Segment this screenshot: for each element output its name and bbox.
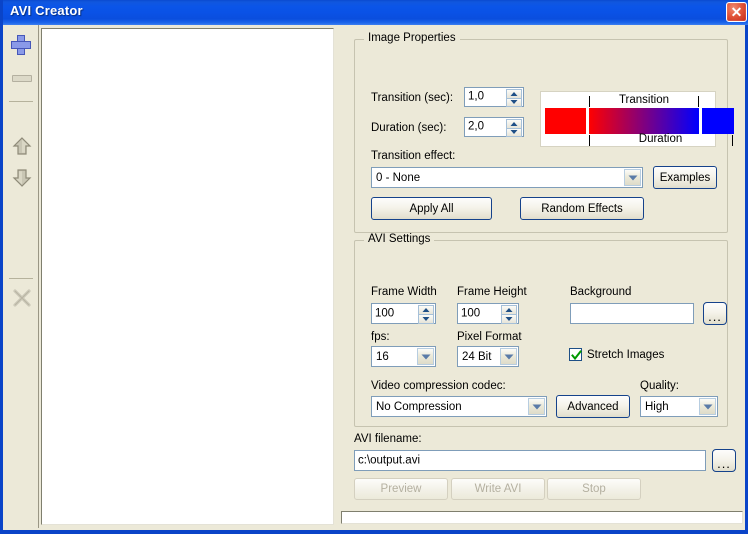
chevron-down-icon[interactable] [528, 398, 545, 415]
chevron-down-icon[interactable] [624, 169, 641, 186]
move-down-button[interactable] [9, 165, 35, 191]
minus-icon [12, 75, 32, 82]
codec-label: Video compression codec: [371, 380, 506, 392]
frame-width-value: 100 [375, 306, 395, 319]
avi-settings-group-title: AVI Settings [364, 233, 435, 245]
stop-button[interactable]: Stop [547, 478, 641, 500]
codec-select[interactable]: No Compression [371, 396, 547, 417]
preview-end-color-block [702, 108, 734, 134]
arrow-up-icon [11, 135, 33, 162]
avi-creator-window: AVI Creator ✕ Image Properties Transitio… [0, 0, 748, 534]
transition-stepper-down[interactable] [506, 97, 522, 107]
duration-seconds-stepper[interactable] [506, 119, 522, 137]
duration-stepper-up[interactable] [506, 119, 522, 128]
preview-duration-caption: Duration [638, 133, 683, 145]
background-label: Background [570, 286, 632, 298]
transition-stepper-up[interactable] [506, 89, 522, 98]
settings-pane: Image Properties Transition (sec): 1,0 D… [339, 25, 745, 528]
close-icon: ✕ [730, 4, 743, 20]
stretch-images-checkbox[interactable]: Stretch Images [569, 348, 664, 361]
stretch-images-label: Stretch Images [587, 348, 665, 361]
title-bar[interactable]: AVI Creator ✕ [3, 0, 748, 25]
pixel-format-select[interactable]: 24 Bit [457, 346, 519, 367]
codec-value: No Compression [376, 400, 462, 413]
plus-icon [9, 33, 35, 59]
apply-all-button[interactable]: Apply All [371, 197, 492, 220]
quality-label: Quality: [640, 380, 679, 392]
avi-filename-value: c:\output.avi [358, 453, 421, 466]
transition-seconds-value: 1,0 [468, 90, 484, 103]
remove-image-button[interactable] [9, 65, 35, 91]
pixel-format-label: Pixel Format [457, 331, 522, 343]
frame-width-input[interactable]: 100 [371, 303, 436, 324]
window-title: AVI Creator [10, 3, 83, 18]
frame-width-stepper-down[interactable] [418, 314, 434, 324]
image-list-panel[interactable] [41, 28, 334, 525]
image-list-toolbar [3, 25, 39, 528]
avi-filename-input[interactable]: c:\output.avi [354, 450, 706, 471]
frame-height-label: Frame Height [457, 286, 527, 298]
checkbox-box [569, 348, 582, 361]
frame-width-stepper[interactable] [418, 305, 434, 324]
arrow-down-icon [11, 167, 33, 194]
transition-effect-value: 0 - None [376, 171, 421, 184]
background-browse-button[interactable]: ... [703, 302, 727, 325]
frame-height-stepper-down[interactable] [501, 314, 517, 324]
frame-height-value: 100 [461, 306, 481, 319]
close-x-icon [11, 287, 33, 314]
duration-seconds-value: 2,0 [468, 120, 484, 133]
add-images-button[interactable] [9, 33, 35, 59]
window-client-area: Image Properties Transition (sec): 1,0 D… [3, 25, 745, 528]
transition-seconds-stepper[interactable] [506, 89, 522, 107]
toolbar-separator-2 [9, 278, 33, 279]
fps-value: 16 [376, 350, 389, 363]
preview-button[interactable]: Preview [354, 478, 448, 500]
transition-seconds-label: Transition (sec): [371, 92, 454, 104]
random-effects-button[interactable]: Random Effects [520, 197, 644, 220]
duration-seconds-label: Duration (sec): [371, 122, 447, 134]
avi-settings-group: AVI Settings Frame Width 100 Frame Heigh… [354, 233, 728, 427]
move-up-button[interactable] [9, 133, 35, 159]
transition-effect-label: Transition effect: [371, 150, 456, 162]
write-avi-button[interactable]: Write AVI [451, 478, 545, 500]
avi-filename-browse-button[interactable]: ... [712, 449, 736, 472]
clear-list-button[interactable] [9, 285, 35, 311]
avi-filename-label: AVI filename: [354, 433, 422, 445]
pixel-format-value: 24 Bit [462, 350, 492, 363]
advanced-codec-button[interactable]: Advanced [556, 395, 630, 418]
check-icon [571, 350, 582, 361]
transition-preview: Transition Duration [540, 91, 734, 147]
fps-select[interactable]: 16 [371, 346, 436, 367]
ellipsis-icon: ... [708, 309, 722, 324]
preview-start-color-block [545, 108, 586, 134]
chevron-down-icon[interactable] [500, 348, 517, 365]
ellipsis-icon: ... [717, 456, 731, 471]
frame-width-label: Frame Width [371, 286, 437, 298]
preview-tick-duration-end [732, 135, 733, 146]
quality-select[interactable]: High [640, 396, 718, 417]
frame-height-stepper-up[interactable] [501, 305, 517, 314]
image-properties-group: Image Properties Transition (sec): 1,0 D… [354, 32, 734, 233]
toolbar-separator-1 [9, 101, 33, 102]
preview-gradient-block [589, 108, 699, 134]
duration-stepper-down[interactable] [506, 127, 522, 137]
image-properties-group-title: Image Properties [364, 32, 460, 44]
close-window-button[interactable]: ✕ [726, 2, 747, 22]
quality-value: High [645, 400, 669, 413]
transition-seconds-input[interactable]: 1,0 [464, 87, 524, 107]
chevron-down-icon[interactable] [699, 398, 716, 415]
progress-bar [341, 511, 743, 524]
transition-effect-select[interactable]: 0 - None [371, 167, 643, 188]
frame-height-stepper[interactable] [501, 305, 517, 324]
fps-label: fps: [371, 331, 390, 343]
frame-width-stepper-up[interactable] [418, 305, 434, 314]
preview-transition-caption: Transition [618, 94, 670, 106]
examples-button[interactable]: Examples [653, 166, 717, 189]
frame-height-input[interactable]: 100 [457, 303, 519, 324]
chevron-down-icon[interactable] [417, 348, 434, 365]
background-input[interactable] [570, 303, 694, 324]
duration-seconds-input[interactable]: 2,0 [464, 117, 524, 137]
